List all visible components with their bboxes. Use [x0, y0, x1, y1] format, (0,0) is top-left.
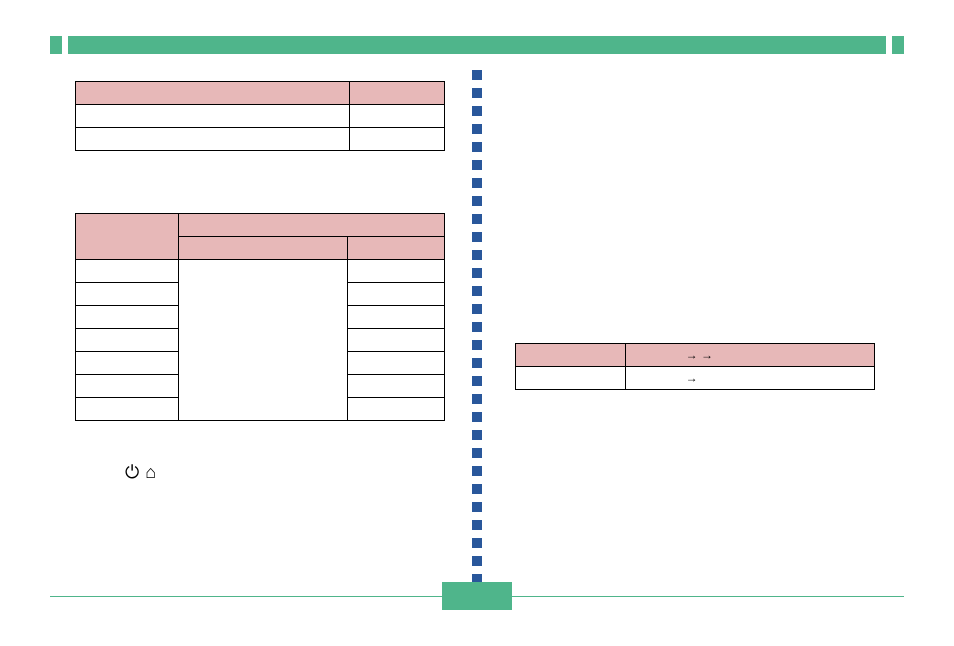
header-bar	[50, 36, 904, 54]
table-cell	[516, 367, 626, 390]
table-cell	[348, 260, 445, 283]
header-segment	[50, 36, 62, 54]
header-segment-main	[68, 36, 886, 54]
table-cell	[76, 329, 179, 352]
table-cell	[76, 375, 179, 398]
table-header-cell	[76, 214, 179, 260]
table-cell	[348, 375, 445, 398]
page-number-badge	[442, 582, 512, 610]
table-cell	[76, 352, 179, 375]
table-row	[76, 260, 445, 283]
table-cell	[76, 105, 350, 128]
table-row	[76, 128, 445, 151]
power-icon: ⏻	[125, 462, 139, 483]
table-right: → → →	[515, 343, 875, 390]
icon-row: ⏻ ⌂	[125, 462, 156, 483]
table-mid-left	[75, 213, 445, 421]
table-header-cell	[350, 82, 445, 105]
table-cell	[348, 398, 445, 421]
table-header-cell	[348, 237, 445, 260]
table-header-cell	[516, 344, 626, 367]
table-cell	[76, 128, 350, 151]
table-cell	[350, 128, 445, 151]
table-cell	[348, 352, 445, 375]
table-top-left	[75, 81, 445, 151]
table-cell	[348, 329, 445, 352]
table-cell	[76, 283, 179, 306]
table-header-cell	[76, 82, 350, 105]
table-cell	[350, 105, 445, 128]
header-segment	[892, 36, 904, 54]
table-row: →	[516, 367, 875, 390]
table-header-cell: → →	[625, 344, 874, 367]
table-cell	[348, 283, 445, 306]
column-divider	[472, 70, 482, 590]
table-cell	[76, 260, 179, 283]
table-cell-merged	[178, 260, 348, 421]
table-header-cell	[178, 214, 444, 237]
table-cell: →	[625, 367, 874, 390]
table-row	[76, 105, 445, 128]
table-cell	[76, 306, 179, 329]
table-cell	[348, 306, 445, 329]
table-cell	[76, 398, 179, 421]
home-icon: ⌂	[145, 462, 156, 483]
table-header-cell	[178, 237, 348, 260]
